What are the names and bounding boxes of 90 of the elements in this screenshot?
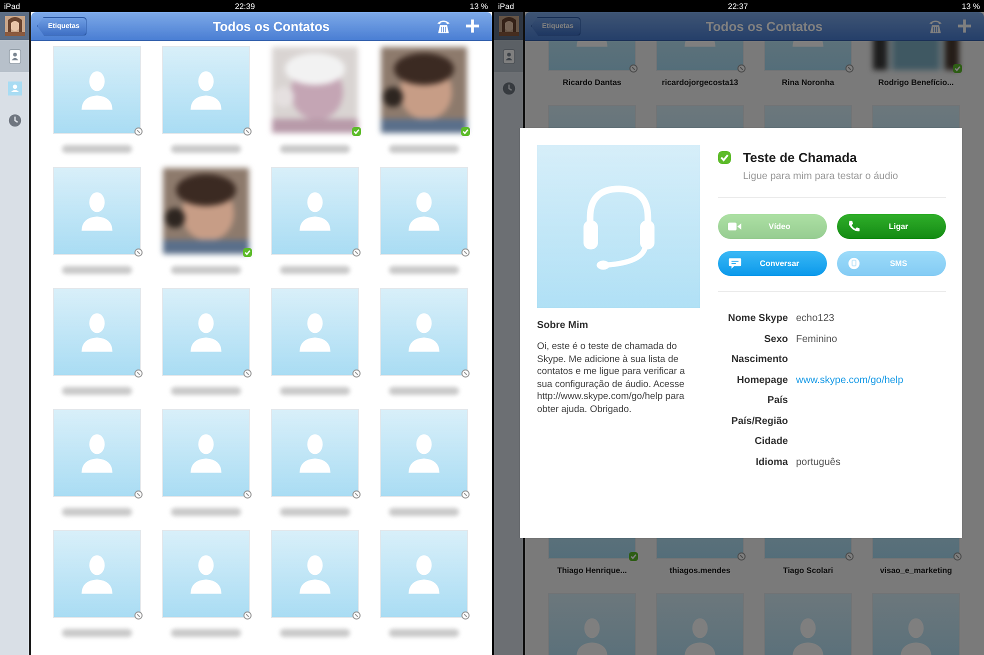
field-label: Idioma — [754, 456, 788, 468]
avatar-tile[interactable] — [54, 410, 140, 496]
plus-icon[interactable] — [465, 18, 480, 34]
avatar-tile[interactable] — [381, 410, 467, 496]
camera-icon — [728, 220, 742, 233]
device-name: iPad — [4, 2, 20, 10]
field-label: Sexo — [763, 332, 788, 346]
avatar-tile[interactable] — [54, 47, 140, 133]
sidebar-tab[interactable] — [0, 40, 29, 72]
avatar-tile[interactable] — [163, 531, 249, 617]
mood-message: Ligue para mim para testar o áudio — [743, 171, 900, 182]
clock-icon — [8, 112, 22, 128]
blurred-name — [171, 629, 241, 637]
blurred-name — [171, 145, 241, 153]
field-label: Nascimento — [730, 353, 788, 366]
avatar-tile[interactable] — [765, 594, 851, 655]
contact-name: Teste de Chamada — [743, 150, 857, 165]
telephone-icon[interactable] — [436, 18, 451, 34]
field-value: echo123 — [796, 312, 836, 325]
avatar-tile[interactable] — [381, 168, 467, 254]
contact-name[interactable]: visao_e_marketing — [880, 566, 952, 575]
blurred-name — [171, 266, 241, 274]
blurred-name — [280, 508, 350, 516]
chat-bubble-icon — [728, 257, 742, 270]
blurred-name — [389, 629, 459, 637]
contact-name[interactable]: ricardojorgecosta13 — [662, 78, 738, 87]
chat-button[interactable]: Conversar — [718, 251, 827, 276]
blurred-name — [280, 145, 350, 153]
avatar-tile[interactable] — [163, 289, 249, 375]
contacts-icon — [8, 48, 22, 64]
avatar-tile[interactable] — [657, 594, 743, 655]
contact-name[interactable]: Tiago Scolari — [782, 566, 834, 575]
page-title: Todos os Contatos — [704, 18, 824, 34]
blurred-name — [62, 387, 132, 395]
contact-name[interactable]: thiagos.mendes — [670, 566, 730, 575]
section-title: Sobre Mim — [537, 320, 590, 331]
call-button[interactable]: Ligar — [837, 214, 946, 239]
sidebar-tab[interactable] — [494, 40, 523, 72]
avatar-tile[interactable] — [54, 289, 140, 375]
avatar-tile[interactable] — [873, 594, 959, 655]
avatar-tile[interactable] — [54, 168, 140, 254]
page-title: Todos os Contatos — [212, 18, 331, 34]
blurred-name — [62, 508, 132, 516]
blurred-name — [171, 387, 241, 395]
contact-name[interactable]: Rina Noronha — [782, 78, 834, 87]
field-label: Nome Skype — [726, 312, 788, 325]
about-text: Oi, este é o teste de chamada do Skype. Me adicione à sua lista de contatos e me ligue para verificar a sua configuração de áudio. Acesse http://www.skype.com/go/help para obter ajuda. Obrigado. — [537, 341, 686, 417]
person-icon — [8, 80, 22, 96]
field-label: País — [766, 394, 788, 407]
blurred-name — [62, 629, 132, 637]
avatar-tile[interactable] — [54, 531, 140, 617]
avatar-tile[interactable] — [272, 410, 358, 496]
field-label: País/Região — [730, 414, 788, 428]
blurred-name — [389, 145, 459, 153]
device-name: iPad — [498, 2, 514, 10]
field-value: português — [796, 456, 842, 468]
contact-name[interactable]: Ricardo Dantas — [562, 78, 622, 87]
blurred-name — [389, 387, 459, 395]
contacts-icon — [502, 48, 516, 64]
battery-level: 13 % — [962, 2, 980, 10]
avatar-tile[interactable] — [163, 410, 249, 496]
avatar-tile[interactable] — [549, 594, 635, 655]
blurred-name — [389, 266, 459, 274]
field-value: Feminino — [796, 332, 838, 346]
avatar-tile[interactable] — [272, 289, 358, 375]
homepage-link[interactable]: www.skype.com/go/help — [796, 374, 946, 386]
field-label: Homepage — [736, 374, 788, 386]
blurred-name — [280, 266, 350, 274]
battery-level: 13 % — [470, 2, 488, 10]
avatar-tile[interactable] — [163, 47, 249, 133]
contact-name[interactable]: Rodrigo Benefício... — [878, 78, 954, 87]
message-icon — [847, 257, 861, 270]
avatar-tile[interactable] — [272, 168, 358, 254]
blurred-name — [171, 508, 241, 516]
blurred-name — [280, 629, 350, 637]
avatar-tile[interactable] — [272, 531, 358, 617]
blurred-name — [389, 508, 459, 516]
field-label: Cidade — [754, 435, 788, 448]
telephone-icon[interactable] — [928, 18, 943, 34]
avatar-tile[interactable] — [381, 289, 467, 375]
plus-icon[interactable] — [957, 18, 972, 34]
clock-icon — [502, 80, 516, 96]
avatar-tile[interactable] — [381, 531, 467, 617]
clock-time: 22:39 — [234, 2, 255, 10]
blurred-name — [62, 266, 132, 274]
blurred-name — [62, 145, 132, 153]
phone-icon — [847, 220, 861, 233]
clock-time: 22:37 — [728, 2, 748, 10]
blurred-name — [280, 387, 350, 395]
contact-name[interactable]: Thiago Henrique... — [557, 566, 627, 575]
